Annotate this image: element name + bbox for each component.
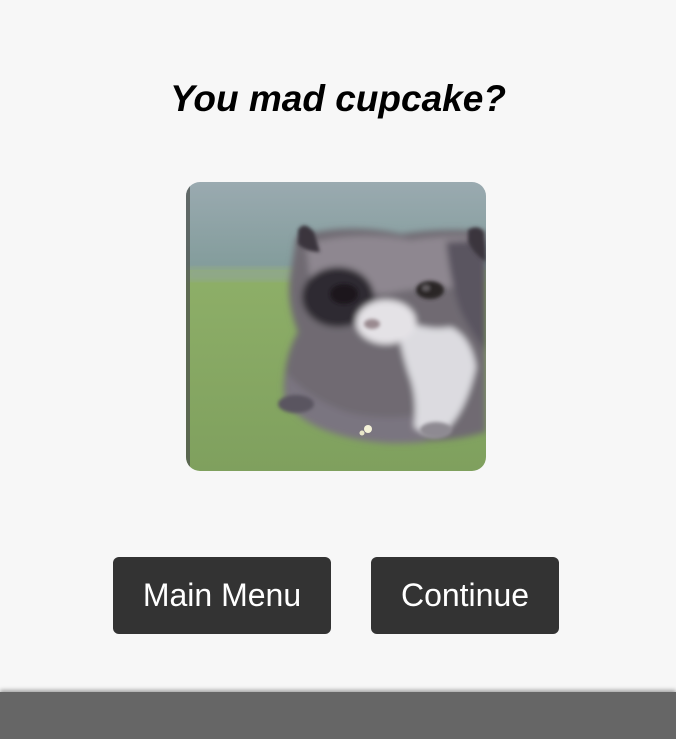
cat-image [186, 182, 486, 471]
game-over-dialog: You mad cupcake? Main Menu Continue [0, 0, 676, 692]
bottom-bar [0, 692, 676, 739]
dialog-title: You mad cupcake? [170, 78, 506, 119]
main-menu-button[interactable]: Main Menu [113, 557, 331, 634]
continue-button[interactable]: Continue [371, 557, 559, 634]
